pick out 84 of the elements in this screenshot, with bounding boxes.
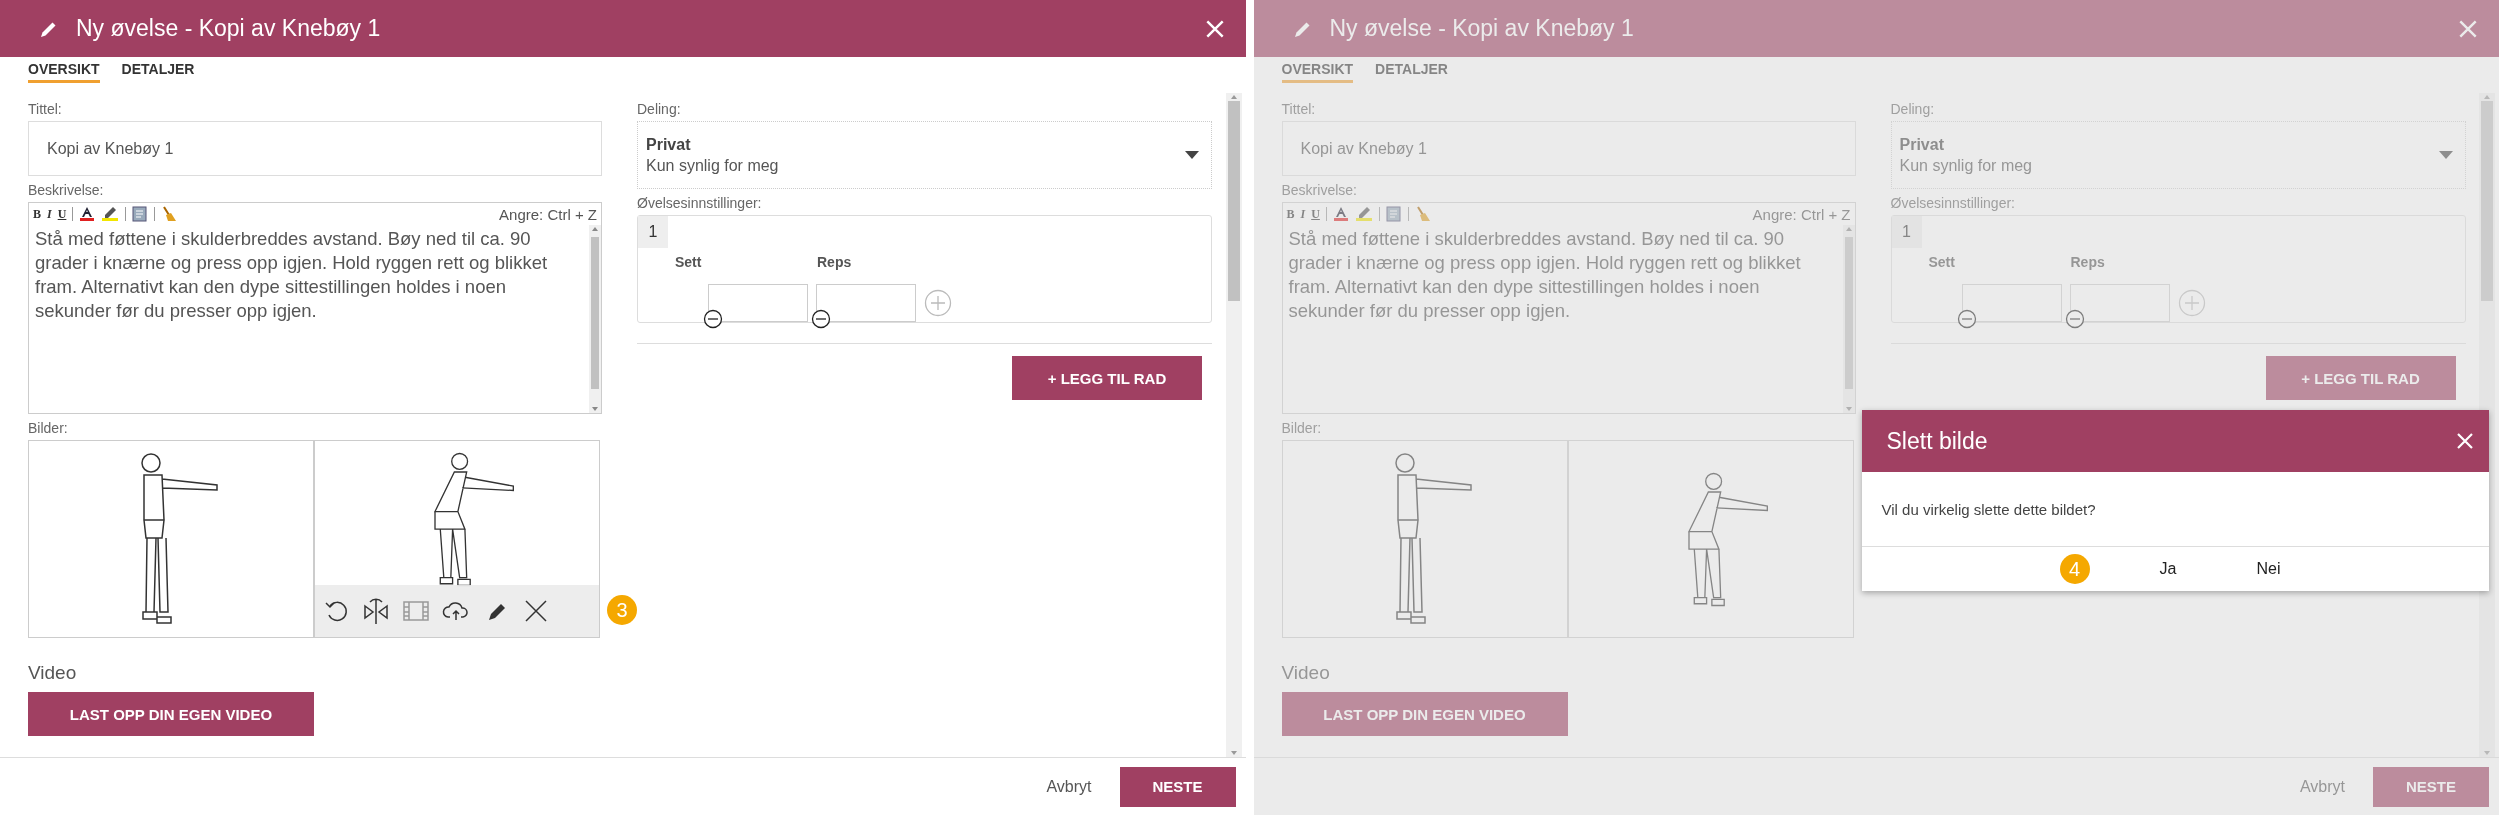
field-label: Øvelsesinnstillinger: [1890, 195, 2016, 211]
column-label: Reps [816, 254, 853, 270]
number-field[interactable] [708, 284, 808, 322]
broom-icon[interactable] [161, 206, 178, 222]
tab[interactable]: DETALJER [1375, 61, 1448, 83]
dialog-message: Vil du virkelig slette dette bildet? [1861, 472, 2489, 547]
add-icon[interactable] [924, 289, 952, 317]
minus-icon[interactable] [811, 309, 831, 329]
step-badge: 3 [607, 595, 637, 625]
scroll-thumb[interactable] [591, 237, 599, 389]
row-number: 1 [638, 216, 668, 248]
scroll-down-icon[interactable] [591, 405, 599, 413]
field-label: Tittel: [28, 101, 63, 117]
section-heading: Video [1281, 662, 1331, 684]
number-field[interactable] [816, 284, 916, 322]
dialog-title: Ny øvelse - Kopi av Knebøy 1 [1329, 15, 1635, 42]
image-thumbnail[interactable] [28, 440, 314, 638]
scroll-up-icon[interactable] [1844, 225, 1853, 233]
field-label: Øvelsesinnstillinger: [637, 195, 763, 211]
scrollbar[interactable] [589, 225, 601, 413]
dialog-button[interactable]: Nei [2246, 556, 2291, 582]
undo-hint: Angre: Ctrl + Z [499, 205, 597, 223]
format-button[interactable]: U [1311, 206, 1320, 222]
field-label: Deling: [637, 101, 682, 117]
paste-icon[interactable] [1385, 206, 1402, 222]
text-color-icon[interactable] [1332, 206, 1349, 222]
dropdown-value: Privat [646, 135, 692, 154]
tab[interactable]: DETALJER [121, 61, 195, 83]
caret-icon [2438, 151, 2453, 159]
add-row-button[interactable]: + LEGG TIL RAD [1012, 356, 1202, 400]
dropdown-description: Kun synlig for meg [646, 156, 780, 175]
broom-icon[interactable] [1414, 206, 1431, 222]
field-label: Beskrivelse: [1281, 182, 1358, 198]
cancel-button[interactable]: Avbryt [1046, 777, 1092, 796]
description-field[interactable]: Stå med føttene i skulderbreddes avstand. Bøy ned til ca. 90 grader i knærne og press opp igjen. Hold ryggen rett og blikket fram. Alternativt kan den dype sittestillingen holdes i noen sekunder før du presser opp igjen. [29, 225, 589, 413]
column-label: Reps [2069, 254, 2106, 270]
format-button[interactable]: B [33, 206, 41, 222]
number-field[interactable] [1961, 284, 2062, 322]
section-heading: Video [28, 662, 78, 684]
highlight-icon[interactable] [101, 206, 120, 222]
scrollbar[interactable] [1842, 225, 1855, 413]
scroll-thumb[interactable] [1227, 101, 1240, 301]
next-button[interactable]: NESTE [1119, 766, 1236, 807]
tab[interactable]: OVERSIKT [28, 61, 100, 83]
dialog-button[interactable]: Ja [2149, 556, 2187, 582]
number-field[interactable] [2069, 284, 2170, 322]
title-field[interactable]: Kopi av Knebøy 1 [28, 121, 602, 176]
text-color-icon[interactable] [79, 206, 96, 222]
scroll-down-icon[interactable] [1229, 749, 1238, 757]
field-label: Bilder: [1281, 420, 1323, 436]
paste-icon[interactable] [132, 206, 149, 222]
format-button[interactable]: B [1286, 206, 1295, 222]
upload-video-button[interactable]: LAST OPP DIN EGEN VIDEO [28, 692, 314, 736]
format-button[interactable]: U [57, 206, 67, 222]
sharing-dropdown[interactable]: Privat Kun synlig for meg [637, 121, 1212, 189]
format-button[interactable]: I [47, 206, 52, 222]
field-label: Beskrivelse: [28, 182, 105, 198]
image-thumbnail[interactable] [1567, 440, 1854, 638]
dropdown-description: Kun synlig for meg [1899, 156, 2033, 175]
caret-icon [1185, 151, 1199, 159]
minus-icon[interactable] [703, 309, 723, 329]
scrollbar[interactable] [1225, 93, 1242, 757]
field-label: Deling: [1890, 101, 1936, 117]
close-icon[interactable] [2454, 431, 2475, 451]
column-label: Sett [1927, 254, 1956, 270]
scroll-thumb[interactable] [1844, 237, 1853, 389]
image-thumbnail[interactable] [1281, 440, 1568, 638]
dialog-title: Ny øvelse - Kopi av Knebøy 1 [76, 15, 382, 42]
dialog-title: Slett bilde [1886, 427, 1989, 455]
scroll-down-icon[interactable] [1844, 405, 1853, 413]
field-label: Tittel: [1281, 101, 1317, 117]
field-label: Bilder: [28, 420, 69, 436]
undo-hint: Angre: Ctrl + Z [1752, 205, 1851, 223]
format-button[interactable]: I [1300, 206, 1306, 222]
tab[interactable]: OVERSIKT [1281, 61, 1354, 83]
flip-icon[interactable] [361, 596, 391, 626]
step-badge: 4 [2059, 554, 2090, 584]
add-icon[interactable] [2177, 289, 2206, 317]
scroll-up-icon[interactable] [591, 225, 599, 233]
scroll-thumb[interactable] [2481, 101, 2493, 301]
row-number: 1 [1891, 216, 1922, 248]
column-label: Sett [674, 254, 703, 270]
scroll-down-icon[interactable] [2483, 749, 2491, 757]
dropdown-value: Privat [1899, 135, 1945, 154]
